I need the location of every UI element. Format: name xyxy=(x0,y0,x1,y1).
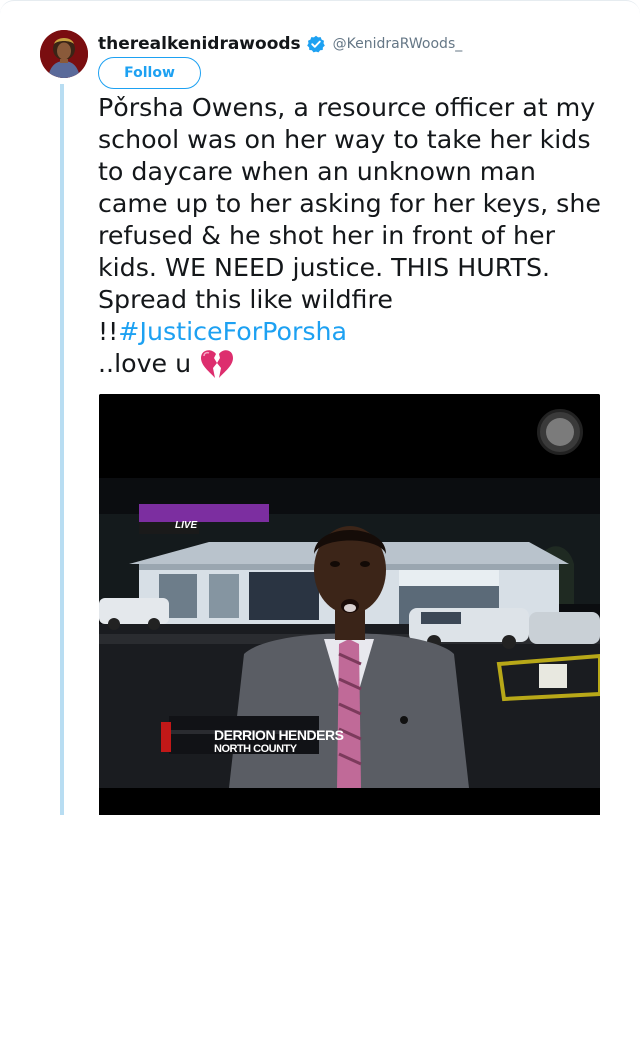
broken-heart-icon xyxy=(199,348,235,380)
chyron-name: DERRION HENDERS xyxy=(214,727,344,743)
screen-name[interactable]: @KenidraRWoods_ xyxy=(333,36,463,52)
chyron-location: NORTH COUNTY xyxy=(214,743,297,755)
card-top-edge xyxy=(0,0,640,31)
play-button-icon[interactable] xyxy=(537,409,583,455)
thread-line xyxy=(60,84,64,815)
display-name[interactable]: therealkenidrawoods xyxy=(98,34,301,54)
verified-badge-icon xyxy=(306,35,325,53)
tweet-body: Pǒrsha Owens, a resource officer at my s… xyxy=(98,93,601,346)
tweet-text: Pǒrsha Owens, a resource officer at my s… xyxy=(98,92,608,380)
tweet-signoff: ..love u xyxy=(98,349,192,378)
follow-button[interactable]: Follow xyxy=(98,57,201,89)
tweet-header: therealkenidrawoods @KenidraRWoods_ xyxy=(98,30,462,58)
hashtag-link[interactable]: #JusticeForPorsha xyxy=(118,317,347,346)
live-tag: LIVE xyxy=(175,520,198,531)
tweet-card: therealkenidrawoods @KenidraRWoods_ Foll… xyxy=(0,0,640,815)
video-player[interactable] xyxy=(99,394,600,815)
avatar[interactable] xyxy=(40,30,88,78)
avatar-image xyxy=(40,30,88,78)
video-frame xyxy=(99,394,600,815)
